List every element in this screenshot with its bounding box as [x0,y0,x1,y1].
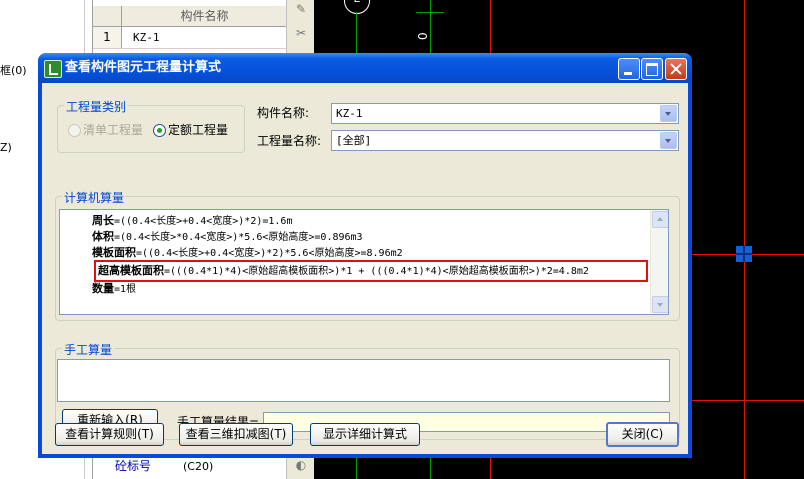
formula-line: 模板面积=((0.4<长度>+0.4<宽度>)*2)*5.6<原始高度>=8.9… [92,244,403,260]
row-number: 1 [93,27,122,48]
component-name-select[interactable]: KZ-1 [331,103,679,124]
highlight-box [94,260,648,282]
dimension-line [416,12,444,13]
close-window-button[interactable] [665,58,687,80]
manual-formula-input[interactable] [57,359,670,402]
formula-expression: =((0.4<长度>+0.4<宽度>)*2)*5.6<原始高度>=8.96m2 [136,248,403,259]
radio-dot [153,124,166,137]
maximize-button[interactable] [641,58,663,80]
view-3d-deduction-button[interactable]: 查看三维扣减图(T) [179,423,293,446]
quantity-name-select[interactable]: [全部] [331,130,679,151]
formula-expression: =(0.4<长度>*0.4<宽度>)*5.6<原始高度>=0.896m3 [114,232,363,243]
row-number-header [93,6,122,26]
formula-name: 数量 [92,282,114,295]
show-detail-formula-button[interactable]: 显示详细计算式 [310,423,420,446]
left-panel-text: 框(0) [0,64,27,77]
dialog-title: 查看构件图元工程量计算式 [65,60,222,75]
formula-name: 体积 [92,230,114,243]
group-legend: 工程量类别 [64,98,129,115]
axis-marker: E [344,0,370,14]
chevron-down-icon[interactable] [660,132,677,149]
component-name-label: 构件名称: [257,106,310,120]
select-value: KZ-1 [336,107,363,120]
formula-text-area[interactable]: 周长=((0.4<长度>+0.4<宽度>)*2)=1.6m 体积=(0.4<长度… [59,209,669,315]
grid-line [744,0,745,479]
select-value: [全部] [336,134,372,147]
dimension-text: 0 [416,32,430,40]
property-value[interactable]: (C20) [183,456,213,477]
column-element[interactable] [736,246,752,262]
close-button[interactable]: 关闭(C) [606,422,679,447]
left-panel-text: Z) [0,141,12,154]
scroll-up-icon[interactable] [652,211,668,228]
chevron-down-icon[interactable] [660,105,677,122]
formula-line: 体积=(0.4<长度>*0.4<宽度>)*5.6<原始高度>=0.896m3 [92,228,363,244]
dialog-body: 工程量类别 清单工程量 定额工程量 构件名称: KZ-1 工程量名称: [全部]… [42,83,688,454]
radio-label: 定额工程量 [168,123,229,137]
tool-icon[interactable]: ◐ [293,458,309,474]
group-legend: 手工算量 [62,341,115,358]
scroll-down-icon[interactable] [652,296,668,313]
column-header-name[interactable]: 构件名称 [122,6,287,26]
property-name: 砼标号 [115,459,152,473]
property-row[interactable]: 砼标号 (C20) [93,455,287,477]
radio-dot [68,124,81,137]
minimize-button[interactable] [618,58,640,80]
formula-name: 周长 [92,214,114,227]
table-row[interactable]: 1 KZ-1 [93,27,287,49]
dialog-titlebar[interactable]: 查看构件图元工程量计算式 [38,53,692,83]
scissors-icon[interactable]: ✂ [293,26,309,42]
formula-expression: =((0.4<长度>+0.4<宽度>)*2)=1.6m [114,216,293,227]
pencil-icon[interactable]: ✎ [293,2,309,18]
group-legend: 计算机算量 [62,189,127,206]
quantity-formula-dialog: 查看构件图元工程量计算式 工程量类别 清单工程量 定额工程量 构件名称: KZ-… [38,53,692,458]
row-name-cell[interactable]: KZ-1 [133,27,160,48]
formula-name: 模板面积 [92,246,136,259]
vertical-scrollbar[interactable] [650,210,668,314]
view-rules-button[interactable]: 查看计算规则(T) [55,423,164,446]
radio-label: 清单工程量 [83,123,144,137]
table-header: 构件名称 [93,6,287,27]
app-icon [44,60,62,78]
quantity-name-label: 工程量名称: [257,134,322,148]
formula-line: 数量=1根 [92,280,136,296]
formula-expression: =1根 [114,284,137,295]
formula-line: 周长=((0.4<长度>+0.4<宽度>)*2)=1.6m [92,212,292,228]
